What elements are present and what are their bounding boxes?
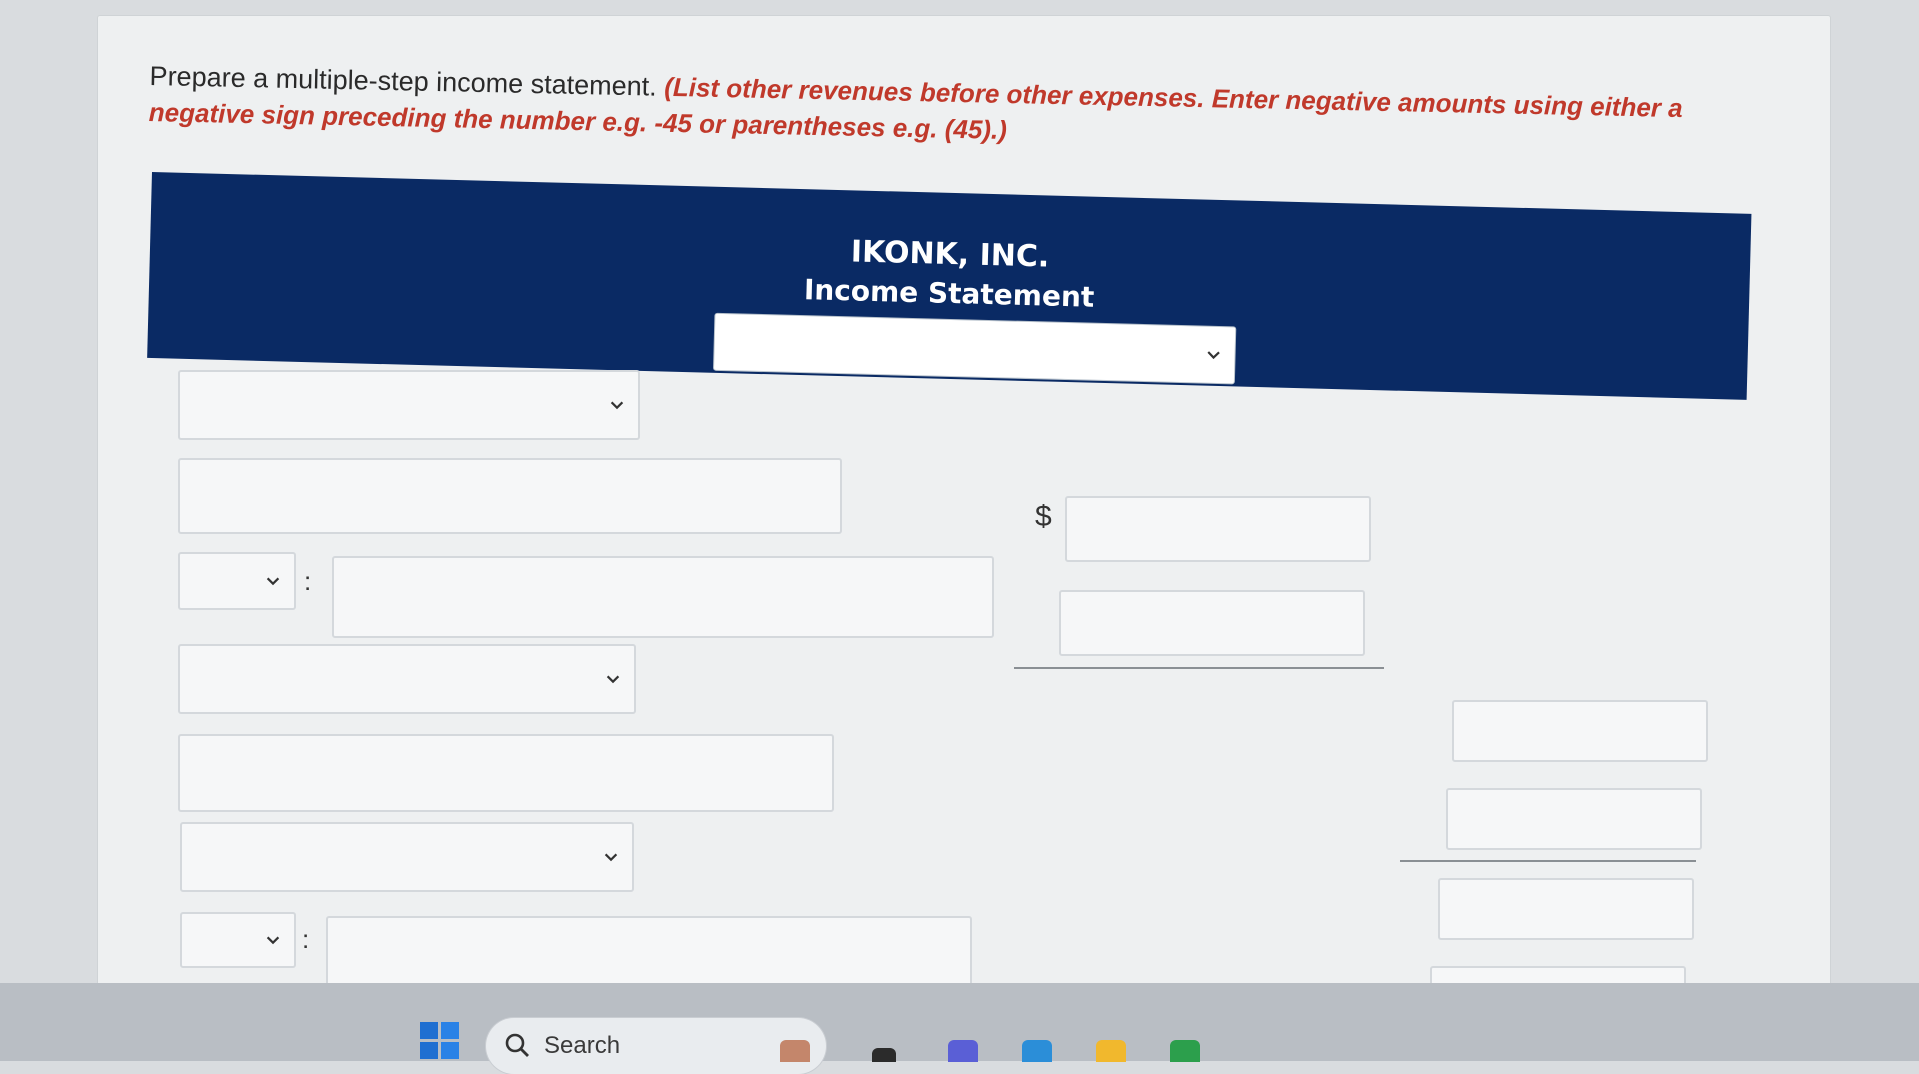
row3-amount-input[interactable] [1059,590,1365,656]
search-icon [505,1033,529,1057]
chevron-down-icon [604,853,618,862]
chevron-down-icon [1207,351,1220,360]
row1-account-select[interactable] [178,370,640,440]
subtotal-rule [1014,667,1384,669]
total-rule [1400,860,1696,862]
row5-account-input[interactable] [178,734,834,812]
colon-separator: : [302,924,310,954]
taskbar-app-icon[interactable] [948,1040,978,1062]
period-select[interactable] [712,312,1237,385]
row6-account-select[interactable] [180,822,634,892]
taskbar-app-icon[interactable] [1170,1040,1200,1062]
taskbar-app-icon[interactable] [780,1040,810,1062]
dollar-sign: $ [1035,500,1052,533]
windows-start-icon[interactable] [420,1022,460,1060]
total-input-1[interactable] [1452,700,1708,762]
chevron-down-icon [266,936,280,945]
row3-less-select[interactable] [178,552,296,610]
row2-amount-input[interactable] [1065,496,1371,562]
row4-account-select[interactable] [178,644,636,714]
chevron-down-icon [606,675,620,684]
chevron-down-icon [266,577,280,586]
chevron-down-icon [610,401,624,410]
taskbar-app-icon[interactable] [1022,1040,1052,1062]
total-input-2[interactable] [1446,788,1702,850]
taskbar-app-icon[interactable] [872,1048,896,1062]
colon-separator: : [304,566,312,596]
row7-less-select[interactable] [180,912,296,968]
taskbar-app-icon[interactable] [1096,1040,1126,1062]
instructions-lead: Prepare a multiple-step income statement… [149,60,658,102]
search-label: Search [544,1032,621,1059]
total-input-3[interactable] [1438,878,1694,940]
row3-account-input[interactable] [332,556,994,638]
row2-account-input[interactable] [178,458,842,534]
taskbar-search[interactable]: Search [486,1018,826,1074]
